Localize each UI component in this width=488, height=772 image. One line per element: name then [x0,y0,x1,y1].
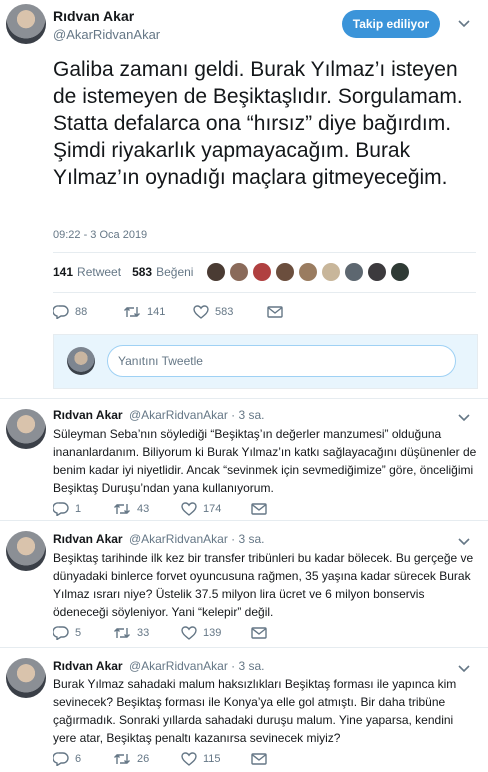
tweet-text: Galiba zamanı geldi. Burak Yılmaz’ı iste… [53,58,463,189]
retweet-stat-label: Retweet [77,265,122,279]
liker-avatar[interactable] [253,263,271,281]
heart-icon [181,752,197,766]
reply-author-avatar[interactable] [6,409,46,449]
liker-avatar[interactable] [276,263,294,281]
reply-author-name[interactable]: Rıdvan Akar [53,408,123,422]
reply-header: Rıdvan Akar @AkarRidvanAkar · 3 sa. [53,659,265,673]
retweet-icon [124,307,140,317]
reply-button[interactable]: 6 [53,752,113,766]
heart-icon [181,502,197,516]
retweet-icon [114,504,130,514]
like-count: 139 [203,627,222,639]
retweet-count: 26 [137,753,150,765]
author-handle[interactable]: @AkarRidvanAkar [53,27,160,42]
liker-avatar[interactable] [207,263,225,281]
reply-actions: 5 33 139 [53,626,267,640]
liker-avatar[interactable] [299,263,317,281]
retweet-stat[interactable]: 141 Retweet [53,265,121,279]
tweet-actions: 88 141 583 [53,305,283,319]
reply-author-handle[interactable]: @AkarRidvanAkar · 3 sa. [129,659,265,673]
direct-message-button[interactable] [251,627,267,639]
liker-avatar[interactable] [345,263,363,281]
reply-author-handle[interactable]: @AkarRidvanAkar · 3 sa. [129,408,265,422]
liker-avatar[interactable] [391,263,409,281]
envelope-icon [251,753,267,765]
like-action-count: 583 [215,306,234,318]
tweet-stats: 141 Retweet 583 Beğeni [53,263,204,281]
direct-message-button[interactable] [267,306,283,318]
reply-header: Rıdvan Akar @AkarRidvanAkar · 3 sa. [53,408,265,422]
reply-tweet[interactable]: Rıdvan Akar @AkarRidvanAkar · 3 sa. Süle… [0,398,488,520]
reply-icon [53,305,69,319]
like-button[interactable]: 115 [181,752,251,766]
like-count: 583 [132,265,153,279]
author-avatar[interactable] [6,4,46,44]
envelope-icon [267,306,283,318]
envelope-icon [251,503,267,515]
reply-actions: 1 43 174 [53,502,267,516]
reply-button[interactable]: 5 [53,626,113,640]
retweet-button[interactable]: 141 [123,305,193,319]
chevron-down-icon[interactable] [457,535,471,549]
reply-actions: 6 26 115 [53,752,267,766]
reply-text: Burak Yılmaz sahadaki malum haksızlıklar… [53,677,457,745]
like-stat[interactable]: 583 Beğeni [132,265,193,279]
author-name[interactable]: Rıdvan Akar [53,8,134,24]
reply-input[interactable]: Yanıtını Tweetle [107,345,456,377]
tweet-timestamp[interactable]: 09:22 - 3 Oca 2019 [53,229,147,241]
like-button[interactable]: 139 [181,626,251,640]
reply-count: 6 [75,753,82,765]
reply-author-handle[interactable]: @AkarRidvanAkar · 3 sa. [129,532,265,546]
like-button[interactable]: 174 [181,502,251,516]
retweet-button[interactable]: 33 [113,626,181,640]
retweet-action-count: 141 [147,306,166,318]
reply-author-avatar[interactable] [6,531,46,571]
heart-icon [181,626,197,640]
reply-count: 1 [75,503,82,515]
heart-icon [193,305,209,319]
reply-author-name[interactable]: Rıdvan Akar [53,532,123,546]
liker-avatar[interactable] [368,263,386,281]
retweet-icon [114,754,130,764]
chevron-down-icon[interactable] [457,17,471,31]
divider [53,252,476,253]
retweet-count: 141 [53,265,74,279]
direct-message-button[interactable] [251,503,267,515]
retweet-count: 33 [137,627,150,639]
like-stat-label: Beğeni [156,265,194,279]
chevron-down-icon[interactable] [457,662,471,676]
reply-text: Beşiktaş tarihinde ilk kez bir transfer … [53,551,474,619]
follow-button[interactable]: Takip ediliyor [342,10,440,38]
chevron-down-icon[interactable] [457,411,471,425]
reply-tweet[interactable]: Rıdvan Akar @AkarRidvanAkar · 3 sa. Beşi… [0,520,488,647]
reply-button[interactable]: 88 [53,305,123,319]
like-count: 115 [203,753,221,765]
reply-button[interactable]: 1 [53,502,113,516]
liker-avatar[interactable] [322,263,340,281]
retweet-icon [114,628,130,638]
liker-avatars [207,263,414,281]
reply-header: Rıdvan Akar @AkarRidvanAkar · 3 sa. [53,532,265,546]
reply-author-avatar[interactable] [6,658,46,698]
reply-icon [53,752,69,766]
like-count: 174 [203,503,222,515]
current-user-avatar [67,347,95,375]
liker-avatar[interactable] [230,263,248,281]
retweet-button[interactable]: 26 [113,752,181,766]
main-tweet: Rıdvan Akar @AkarRidvanAkar Takip ediliy… [0,0,488,335]
retweet-count: 43 [137,503,150,515]
divider [53,292,476,293]
reply-text: Süleyman Seba’nın söylediği “Beşiktaş’ın… [53,427,477,495]
reply-author-name[interactable]: Rıdvan Akar [53,659,123,673]
reply-count: 88 [75,306,88,318]
retweet-button[interactable]: 43 [113,502,181,516]
reply-count: 5 [75,627,82,639]
reply-icon [53,626,69,640]
envelope-icon [251,627,267,639]
like-button[interactable]: 583 [193,305,267,319]
direct-message-button[interactable] [251,753,267,765]
reply-icon [53,502,69,516]
reply-tweet[interactable]: Rıdvan Akar @AkarRidvanAkar · 3 sa. Bura… [0,647,488,772]
